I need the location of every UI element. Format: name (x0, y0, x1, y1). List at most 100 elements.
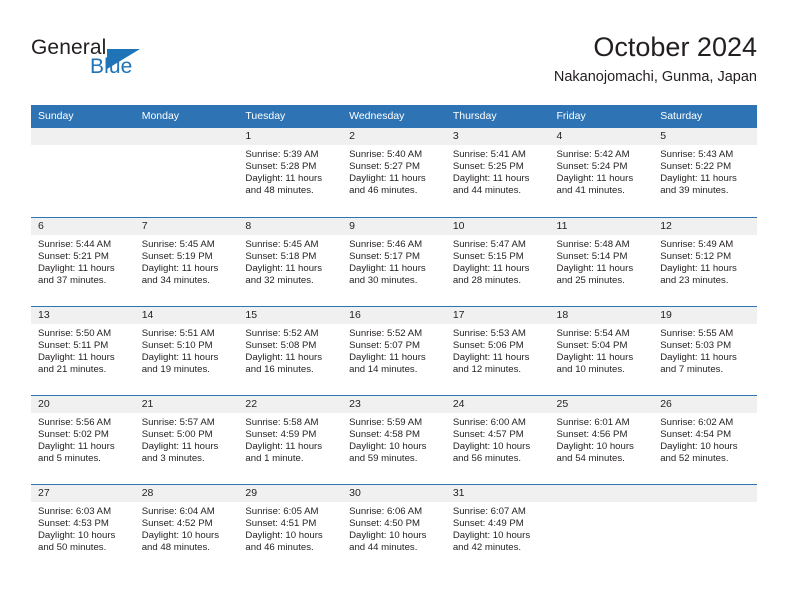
calendar-day-cell[interactable]: 5 Sunrise: 5:43 AM Sunset: 5:22 PM Daylight… (653, 128, 757, 217)
sunset-time: Sunset: 5:10 PM (141, 339, 213, 351)
title-block: October 2024 Nakanojomachi, Gunma, Japan (554, 30, 757, 88)
daylight-duration-line2: and 46 minutes. (245, 541, 314, 553)
daylight-duration-line1: Daylight: 11 hours (245, 440, 323, 452)
day-details: Sunrise: 5:41 AM Sunset: 5:25 PM Daylight:… (446, 145, 550, 197)
calendar-day-cell[interactable]: 2 Sunrise: 5:40 AM Sunset: 5:27 PM Daylight… (342, 128, 446, 217)
calendar-grid: Sunday Monday Tuesday Wednesday Thursday… (31, 105, 757, 573)
daylight-duration-line1: Daylight: 10 hours (38, 529, 116, 541)
calendar-day-cell[interactable]: 16 Sunrise: 5:52 AM Sunset: 5:07 PM Dayligh… (342, 305, 446, 395)
daylight-duration-line2: and 5 minutes. (38, 452, 101, 464)
sunset-time: Sunset: 4:57 PM (452, 428, 524, 440)
sunrise-time: Sunrise: 5:56 AM (38, 416, 112, 428)
day-details: Sunrise: 6:04 AM Sunset: 4:52 PM Daylight:… (135, 502, 239, 554)
day-number (134, 128, 239, 145)
daylight-duration-line1: Daylight: 11 hours (452, 351, 530, 363)
day-details: Sunrise: 5:49 AM Sunset: 5:12 PM Daylight:… (653, 235, 757, 287)
sunset-time: Sunset: 4:49 PM (452, 517, 524, 529)
day-number: 21 (134, 395, 239, 413)
daylight-duration-line2: and 44 minutes. (452, 185, 522, 197)
day-details: Sunrise: 5:50 AM Sunset: 5:11 PM Daylight:… (31, 324, 135, 376)
sunset-time: Sunset: 5:14 PM (556, 250, 628, 262)
calendar-day-cell[interactable]: 3 Sunrise: 5:41 AM Sunset: 5:25 PM Daylight… (445, 128, 550, 217)
calendar-day-cell[interactable]: 7 Sunrise: 5:45 AM Sunset: 5:19 PM Daylight… (134, 216, 239, 306)
sunset-time: Sunset: 5:15 PM (452, 250, 524, 262)
calendar-day-cell[interactable]: 13 Sunrise: 5:50 AM Sunset: 5:11 PM Dayligh… (31, 305, 135, 395)
calendar-body: 1 Sunrise: 5:39 AM Sunset: 5:28 PM Daylight… (31, 128, 757, 573)
sunset-time: Sunset: 5:04 PM (556, 339, 628, 351)
sunset-time: Sunset: 4:54 PM (660, 428, 732, 440)
calendar-day-cell[interactable]: 1 Sunrise: 5:39 AM Sunset: 5:28 PM Daylight… (238, 128, 343, 217)
sunset-time: Sunset: 5:27 PM (349, 161, 421, 173)
sunrise-time: Sunrise: 5:41 AM (452, 149, 526, 160)
calendar-day-cell[interactable]: 9 Sunrise: 5:46 AM Sunset: 5:17 PM Daylight… (342, 216, 446, 306)
calendar-day-cell[interactable]: 14 Sunrise: 5:51 AM Sunset: 5:10 PM Dayligh… (134, 305, 239, 395)
sunset-time: Sunset: 5:25 PM (452, 161, 524, 173)
day-number: 31 (445, 484, 550, 502)
sunset-time: Sunset: 5:02 PM (38, 428, 109, 440)
day-details: Sunrise: 6:02 AM Sunset: 4:54 PM Daylight:… (653, 413, 757, 465)
daylight-duration-line2: and 12 minutes. (452, 363, 522, 375)
day-number: 6 (31, 217, 135, 235)
calendar-day-cell[interactable]: 18 Sunrise: 5:54 AM Sunset: 5:04 PM Dayligh… (549, 305, 654, 395)
sunrise-time: Sunrise: 6:05 AM (245, 505, 319, 517)
calendar-day-cell[interactable]: 11 Sunrise: 5:48 AM Sunset: 5:14 PM Dayligh… (549, 216, 654, 306)
daylight-duration-line1: Daylight: 10 hours (349, 529, 427, 541)
calendar-day-cell[interactable]: 19 Sunrise: 5:55 AM Sunset: 5:03 PM Dayligh… (653, 305, 757, 395)
day-details: Sunrise: 5:40 AM Sunset: 5:27 PM Daylight:… (342, 145, 446, 197)
day-number: 17 (445, 306, 550, 324)
daylight-duration-line1: Daylight: 11 hours (556, 173, 634, 185)
sunrise-time: Sunrise: 5:44 AM (38, 238, 112, 250)
calendar-day-cell[interactable]: 28 Sunrise: 6:04 AM Sunset: 4:52 PM Dayligh… (134, 483, 239, 573)
daylight-duration-line2: and 42 minutes. (452, 541, 522, 553)
sunset-time: Sunset: 4:53 PM (38, 517, 109, 529)
day-number: 27 (31, 484, 135, 502)
day-number: 15 (238, 306, 343, 324)
day-details: Sunrise: 5:45 AM Sunset: 5:19 PM Daylight:… (135, 235, 239, 287)
calendar-day-cell[interactable]: 12 Sunrise: 5:49 AM Sunset: 5:12 PM Dayligh… (653, 216, 757, 306)
day-number: 14 (134, 306, 239, 324)
sunrise-time: Sunrise: 5:46 AM (349, 238, 423, 250)
calendar-day-cell[interactable]: 8 Sunrise: 5:45 AM Sunset: 5:18 PM Daylight… (238, 216, 343, 306)
calendar-day-cell[interactable]: 23 Sunrise: 5:59 AM Sunset: 4:58 PM Dayligh… (342, 394, 446, 484)
calendar-day-cell[interactable]: 29 Sunrise: 6:05 AM Sunset: 4:51 PM Dayligh… (238, 483, 343, 573)
sunrise-time: Sunrise: 6:03 AM (38, 505, 112, 517)
weekday-header-sunday: Sunday (31, 105, 135, 128)
calendar-day-cell[interactable]: 26 Sunrise: 6:02 AM Sunset: 4:54 PM Dayligh… (653, 394, 757, 484)
day-number: 9 (342, 217, 446, 235)
daylight-duration-line1: Daylight: 11 hours (38, 351, 115, 363)
calendar-day-cell[interactable]: 21 Sunrise: 5:57 AM Sunset: 5:00 PM Dayligh… (134, 394, 239, 484)
day-number (31, 128, 135, 145)
daylight-duration-line2: and 1 minute. (245, 452, 304, 464)
daylight-duration-line1: Daylight: 10 hours (660, 440, 738, 452)
calendar-day-cell[interactable]: 10 Sunrise: 5:47 AM Sunset: 5:15 PM Dayligh… (445, 216, 550, 306)
day-number (653, 484, 757, 502)
day-details: Sunrise: 6:05 AM Sunset: 4:51 PM Daylight:… (238, 502, 342, 554)
daylight-duration-line1: Daylight: 11 hours (245, 262, 323, 274)
daylight-duration-line2: and 56 minutes. (452, 452, 522, 464)
day-number: 30 (342, 484, 446, 502)
calendar-day-cell[interactable]: 17 Sunrise: 5:53 AM Sunset: 5:06 PM Dayligh… (445, 305, 550, 395)
daylight-duration-line1: Daylight: 10 hours (452, 440, 531, 452)
calendar-day-cell[interactable]: 25 Sunrise: 6:01 AM Sunset: 4:56 PM Dayligh… (549, 394, 654, 484)
sunset-time: Sunset: 5:00 PM (141, 428, 213, 440)
sunset-time: Sunset: 4:51 PM (245, 517, 317, 529)
calendar-day-cell[interactable]: 22 Sunrise: 5:58 AM Sunset: 4:59 PM Dayligh… (238, 394, 343, 484)
calendar-day-cell[interactable]: 27 Sunrise: 6:03 AM Sunset: 4:53 PM Dayligh… (31, 483, 135, 573)
day-number: 5 (653, 128, 757, 145)
sunrise-time: Sunrise: 5:57 AM (141, 416, 215, 428)
brand-logo[interactable]: General Blue (31, 36, 251, 88)
calendar-day-cell[interactable]: 31 Sunrise: 6:07 AM Sunset: 4:49 PM Dayligh… (445, 483, 550, 573)
calendar-day-cell[interactable]: 24 Sunrise: 6:00 AM Sunset: 4:57 PM Dayligh… (445, 394, 550, 484)
calendar-day-cell[interactable]: 6 Sunrise: 5:44 AM Sunset: 5:21 PM Daylight… (31, 216, 135, 306)
sunrise-time: Sunrise: 5:59 AM (349, 416, 423, 428)
calendar-day-cell[interactable]: 4 Sunrise: 5:42 AM Sunset: 5:24 PM Daylight… (549, 128, 654, 217)
calendar-day-cell-empty (549, 483, 654, 573)
daylight-duration-line2: and 44 minutes. (349, 541, 418, 553)
calendar-day-cell[interactable]: 20 Sunrise: 5:56 AM Sunset: 5:02 PM Dayligh… (31, 394, 135, 484)
calendar-day-cell[interactable]: 30 Sunrise: 6:06 AM Sunset: 4:50 PM Dayligh… (342, 483, 446, 573)
daylight-duration-line2: and 59 minutes. (349, 452, 418, 464)
sunrise-time: Sunrise: 6:06 AM (349, 505, 423, 517)
day-details: Sunrise: 5:51 AM Sunset: 5:10 PM Daylight:… (135, 324, 239, 376)
calendar-day-cell[interactable]: 15 Sunrise: 5:52 AM Sunset: 5:08 PM Dayligh… (238, 305, 343, 395)
day-details: Sunrise: 6:03 AM Sunset: 4:53 PM Daylight:… (31, 502, 135, 554)
